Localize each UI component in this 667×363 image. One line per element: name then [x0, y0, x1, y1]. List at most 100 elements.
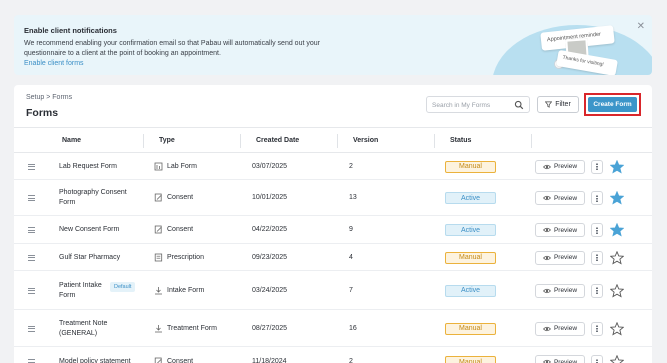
status-badge: Manual: [445, 160, 496, 173]
drag-handle-icon[interactable]: [28, 359, 35, 363]
drag-handle-icon[interactable]: [28, 195, 35, 203]
eye-icon: [542, 326, 551, 331]
star-filled-icon[interactable]: [610, 159, 624, 174]
default-badge: Default: [110, 281, 136, 292]
create-form-highlight: Create Form: [584, 93, 641, 116]
table-row[interactable]: Model policy statement Consent 11/18/2024…: [14, 347, 652, 363]
create-form-button[interactable]: Create Form: [588, 97, 637, 112]
star-outline-icon[interactable]: [610, 355, 624, 363]
eye-icon: [542, 288, 551, 293]
created-date: 03/07/2025: [252, 162, 288, 170]
form-name[interactable]: Photography Consent Form: [59, 188, 137, 208]
search-input[interactable]: [432, 100, 510, 110]
eye-icon: [542, 227, 551, 233]
form-type-label: Consent: [167, 226, 194, 233]
star-outline-icon[interactable]: [610, 250, 624, 265]
preview-label: Preview: [553, 226, 578, 234]
table-row[interactable]: Photography Consent Form Consent 10/01/20…: [14, 180, 652, 216]
status-badge: Active: [445, 224, 496, 236]
page-title: Forms: [26, 107, 59, 119]
version-number: 13: [349, 194, 357, 201]
status-badge: Manual: [445, 251, 496, 264]
more-options-icon[interactable]: [591, 283, 603, 298]
form-name[interactable]: Gulf Star Pharmacy: [59, 253, 137, 263]
filter-button[interactable]: Filter: [537, 96, 579, 113]
search-icon[interactable]: [514, 100, 524, 110]
eye-icon: [542, 359, 551, 363]
table-row[interactable]: Treatment Note (GENERAL) Treatment Form 0…: [14, 310, 652, 347]
forms-panel: Setup > Forms Forms Filter Create Form N…: [14, 85, 652, 363]
column-header-version[interactable]: Version: [353, 137, 378, 144]
preview-label: Preview: [553, 194, 578, 202]
treatment-icon: [155, 324, 162, 332]
drag-handle-icon[interactable]: [28, 287, 35, 296]
preview-button[interactable]: Preview: [535, 250, 585, 265]
status-badge: Manual: [445, 322, 496, 335]
table-row[interactable]: New Consent Form Consent 04/22/2025 9 Activ…: [14, 216, 652, 244]
preview-button[interactable]: Preview: [535, 283, 585, 298]
star-filled-icon[interactable]: [610, 191, 624, 205]
form-name[interactable]: Treatment Note (GENERAL): [59, 319, 137, 339]
created-date: 08/27/2025: [252, 324, 288, 332]
column-divider: [434, 134, 435, 148]
consent-icon: [154, 225, 162, 234]
close-icon[interactable]: ✕: [637, 21, 645, 32]
filter-icon: [545, 101, 553, 108]
table-header: Name Type Created Date Version Status: [14, 127, 652, 153]
form-type: Intake Form: [154, 286, 204, 295]
preview-label: Preview: [553, 254, 578, 261]
breadcrumb[interactable]: Setup > Forms: [26, 94, 72, 101]
consent-icon: [154, 193, 162, 202]
form-name[interactable]: New Consent Form: [59, 225, 137, 235]
form-type-label: Lab Form: [167, 162, 197, 170]
version-number: 2: [349, 358, 353, 363]
form-type: Consent: [154, 225, 193, 234]
more-options-icon[interactable]: [591, 355, 603, 363]
preview-button[interactable]: Preview: [535, 355, 585, 363]
drag-handle-icon[interactable]: [28, 227, 35, 235]
preview-button[interactable]: Preview: [535, 321, 585, 336]
table-row[interactable]: Patient Intake Form Default Intake Form 03…: [14, 271, 652, 310]
column-divider: [143, 134, 144, 148]
version-number: 7: [349, 286, 353, 294]
status-badge: Manual: [445, 356, 496, 363]
more-options-icon[interactable]: [591, 159, 603, 174]
star-filled-icon[interactable]: [610, 223, 624, 237]
search-box[interactable]: [426, 96, 530, 113]
created-date: 10/01/2025: [252, 194, 288, 201]
created-date: 03/24/2025: [252, 286, 288, 294]
form-type-label: Prescription: [167, 253, 204, 261]
form-type: Consent: [154, 357, 193, 363]
more-options-icon[interactable]: [591, 321, 603, 336]
enable-client-forms-link[interactable]: Enable client forms: [24, 60, 84, 67]
column-header-status[interactable]: Status: [450, 137, 471, 144]
more-options-icon[interactable]: [591, 223, 603, 237]
table-row[interactable]: Lab Request Form Lab Form 03/07/2025 2 Manu…: [14, 153, 652, 180]
more-options-icon[interactable]: [591, 191, 603, 205]
column-header-name[interactable]: Name: [62, 137, 81, 144]
form-type-label: Consent: [167, 194, 194, 201]
version-number: 9: [349, 226, 353, 233]
star-outline-icon[interactable]: [610, 321, 624, 336]
preview-button[interactable]: Preview: [535, 191, 585, 205]
form-type-label: Treatment Form: [167, 324, 217, 332]
form-name[interactable]: Lab Request Form: [59, 162, 137, 172]
column-header-type[interactable]: Type: [159, 137, 175, 144]
version-number: 16: [349, 324, 357, 332]
preview-button[interactable]: Preview: [535, 223, 585, 237]
table-row[interactable]: Gulf Star Pharmacy Prescription 09/23/202…: [14, 244, 652, 271]
star-outline-icon[interactable]: [610, 283, 624, 298]
preview-label: Preview: [553, 287, 578, 294]
more-options-icon[interactable]: [591, 250, 603, 265]
drag-handle-icon[interactable]: [28, 163, 35, 172]
created-date: 09/23/2025: [252, 253, 288, 261]
column-header-created-date[interactable]: Created Date: [256, 137, 299, 144]
status-badge: Active: [445, 192, 496, 204]
form-type: Lab Form: [154, 162, 197, 171]
status-badge: Active: [445, 284, 496, 297]
form-name[interactable]: Patient Intake Form: [59, 281, 107, 301]
form-name[interactable]: Model policy statement: [59, 357, 137, 363]
preview-button[interactable]: Preview: [535, 159, 585, 174]
drag-handle-icon[interactable]: [28, 254, 35, 263]
drag-handle-icon[interactable]: [28, 325, 35, 334]
